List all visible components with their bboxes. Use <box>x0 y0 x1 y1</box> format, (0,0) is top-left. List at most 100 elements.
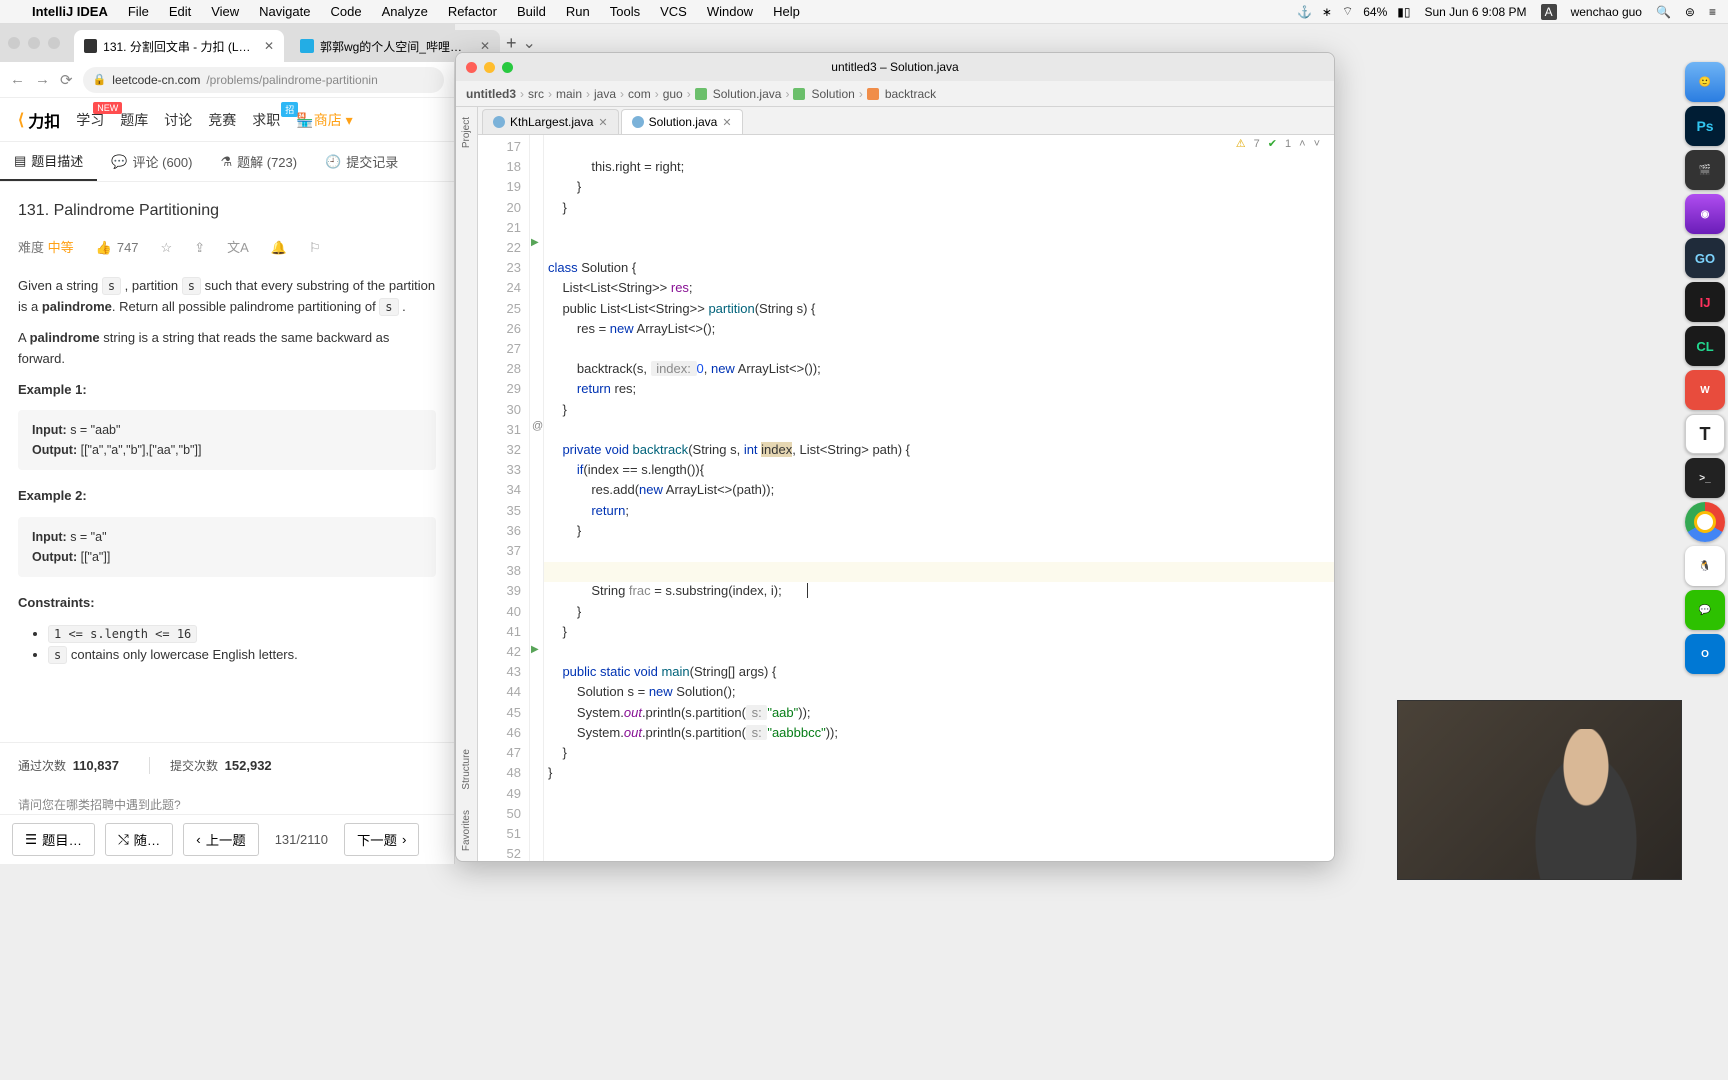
spotlight-icon[interactable]: 🔍 <box>1656 5 1671 19</box>
menu-build[interactable]: Build <box>517 4 546 19</box>
star-icon[interactable]: ☆ <box>161 238 173 259</box>
bluetooth-icon[interactable]: ∗ <box>1322 5 1332 19</box>
menu-help[interactable]: Help <box>773 4 800 19</box>
dock-qq[interactable]: 🐧 <box>1685 546 1725 586</box>
menu-file[interactable]: File <box>128 4 149 19</box>
ide-traffic-lights[interactable] <box>466 62 513 73</box>
nav-bank[interactable]: 题库 <box>120 110 148 130</box>
menubar-datetime[interactable]: Sun Jun 6 9:08 PM <box>1424 5 1526 19</box>
nav-compete[interactable]: 竞赛 <box>208 110 236 130</box>
tab-overflow-icon[interactable]: ⌄ <box>523 33 536 53</box>
example-2-heading: Example 2: <box>18 488 87 503</box>
editor-zone: KthLargest.java✕ Solution.java✕ ⚠7 ✔1 ˄˅… <box>478 107 1334 861</box>
nav-forward-icon[interactable]: → <box>35 71 50 88</box>
share-icon[interactable]: ⇪ <box>194 238 205 259</box>
tab-submissions[interactable]: 🕘 提交记录 <box>311 142 412 181</box>
tool-favorites[interactable]: Favorites <box>459 800 474 861</box>
next-button[interactable]: 下一题 › <box>344 823 419 856</box>
menubar-username[interactable]: wenchao guo <box>1571 5 1642 19</box>
example-2-block: Input: s = "a" Output: [["a"]] <box>18 517 436 577</box>
stats-row: 通过次数 110,837 提交次数 152,932 <box>0 742 454 788</box>
dock-terminal[interactable]: >_ <box>1685 458 1725 498</box>
problem-desc-1: Given a string s , partition s such that… <box>18 276 436 318</box>
nav-jobs[interactable]: 求职招 <box>252 110 280 130</box>
menubar-app-name[interactable]: IntelliJ IDEA <box>32 4 108 19</box>
feedback-icon[interactable]: ⚐ <box>309 238 321 259</box>
tab-close-icon[interactable]: ✕ <box>480 39 490 53</box>
tab-solutions[interactable]: ⚗ 题解 (723) <box>206 142 311 181</box>
menu-window[interactable]: Window <box>707 4 753 19</box>
new-tab-button[interactable]: + <box>506 33 517 54</box>
dock-wechat[interactable]: 💬 <box>1685 590 1725 630</box>
tool-structure[interactable]: Structure <box>459 739 474 800</box>
fold-strip[interactable]: ▶ @ ▶ <box>530 135 544 861</box>
nav-study[interactable]: 学习NEW <box>76 110 104 130</box>
user-badge[interactable]: A <box>1541 4 1557 20</box>
run-gutter-icon[interactable]: ▶ <box>531 237 539 248</box>
breadcrumb[interactable]: untitled3› src› main› java› com› guo› So… <box>456 81 1334 107</box>
tab-comments[interactable]: 💬 评论 (600) <box>97 142 206 181</box>
left-tool-strip[interactable]: Project Structure Favorites <box>456 107 478 861</box>
dock-outlook[interactable]: O <box>1685 634 1725 674</box>
battery-icon: ▮▯ <box>1397 5 1410 19</box>
menu-run[interactable]: Run <box>566 4 590 19</box>
menu-code[interactable]: Code <box>330 4 361 19</box>
control-center-icon[interactable]: ⊜ <box>1685 5 1695 19</box>
dock-intellij[interactable]: IJ <box>1685 282 1725 322</box>
tab-close-icon[interactable]: ✕ <box>264 39 274 53</box>
file-tab-solution[interactable]: Solution.java✕ <box>621 109 743 134</box>
dock-chrome[interactable] <box>1685 502 1725 542</box>
address-bar[interactable]: 🔒 leetcode-cn.com/problems/palindrome-pa… <box>83 67 444 93</box>
close-icon[interactable]: ✕ <box>722 116 731 129</box>
dock-screenrecord[interactable]: ◉ <box>1685 194 1725 234</box>
dock-photoshop[interactable]: Ps <box>1685 106 1725 146</box>
like-button[interactable]: 👍 747 <box>96 238 139 259</box>
random-button[interactable]: ⤭ 随… <box>105 823 173 856</box>
menu-vcs[interactable]: VCS <box>660 4 687 19</box>
override-gutter-icon[interactable]: @ <box>532 420 543 432</box>
nav-store[interactable]: 🏪商店 ▾ <box>296 110 352 130</box>
menu-view[interactable]: View <box>211 4 239 19</box>
run-gutter-icon[interactable]: ▶ <box>531 644 539 655</box>
problem-counter: 131/2110 <box>275 832 328 847</box>
dock-clion[interactable]: CL <box>1685 326 1725 366</box>
problem-list-button[interactable]: ☰ 题目… <box>12 823 95 856</box>
menu-refactor[interactable]: Refactor <box>448 4 497 19</box>
bell-icon[interactable]: 🔔 <box>271 238 287 259</box>
line-gutter[interactable]: 17 18 19 20 21 22 23 24 25 26 27 28 29 3… <box>478 135 530 861</box>
leetcode-favicon <box>84 39 97 53</box>
code-editor[interactable]: ⚠7 ✔1 ˄˅ 17 18 19 20 21 22 23 24 25 26 2… <box>478 135 1334 861</box>
intellij-window: untitled3 – Solution.java untitled3› src… <box>455 52 1335 862</box>
menu-edit[interactable]: Edit <box>169 4 191 19</box>
nav-reload-icon[interactable]: ⟳ <box>60 71 73 89</box>
file-tab-kthlargest[interactable]: KthLargest.java✕ <box>482 109 619 134</box>
docker-icon[interactable]: ⚓ <box>1297 5 1312 19</box>
dock-finalcut[interactable]: 🎬 <box>1685 150 1725 190</box>
tool-project[interactable]: Project <box>459 107 474 158</box>
url-host: leetcode-cn.com <box>112 73 200 87</box>
ide-titlebar[interactable]: untitled3 – Solution.java <box>456 53 1334 81</box>
code-lines[interactable]: this.right = right; } } class Solution {… <box>544 135 1334 861</box>
status-icons: ⚓ ∗ ⌔ 64% ▮▯ <box>1297 4 1411 19</box>
wifi-icon[interactable]: ⌔ <box>1342 4 1353 19</box>
dock-textedit[interactable]: T <box>1685 414 1725 454</box>
dock-wps[interactable]: W <box>1685 370 1725 410</box>
translate-icon[interactable]: 文A <box>227 238 249 259</box>
menu-analyze[interactable]: Analyze <box>382 4 428 19</box>
bilibili-favicon <box>300 39 314 53</box>
leetcode-logo[interactable]: ⟨力扣 <box>18 108 60 132</box>
dock-goland[interactable]: GO <box>1685 238 1725 278</box>
dock-finder[interactable]: 🙂 <box>1685 62 1725 102</box>
prev-button[interactable]: ‹ 上一题 <box>183 823 258 856</box>
nav-back-icon[interactable]: ← <box>10 71 25 88</box>
menu-navigate[interactable]: Navigate <box>259 4 310 19</box>
problem-desc-2: A palindrome string is a string that rea… <box>18 328 436 370</box>
tab-description[interactable]: ▤ 题目描述 <box>0 142 97 181</box>
browser-traffic-lights[interactable] <box>8 37 60 49</box>
close-icon[interactable]: ✕ <box>598 116 607 129</box>
menubar-list-icon[interactable]: ≡ <box>1709 5 1716 19</box>
browser-tab-active[interactable]: 131. 分割回文串 - 力扣 (LeetC ✕ <box>74 30 284 62</box>
menu-tools[interactable]: Tools <box>610 4 640 19</box>
constraints-heading: Constraints: <box>18 595 95 610</box>
nav-discuss[interactable]: 讨论 <box>164 110 192 130</box>
